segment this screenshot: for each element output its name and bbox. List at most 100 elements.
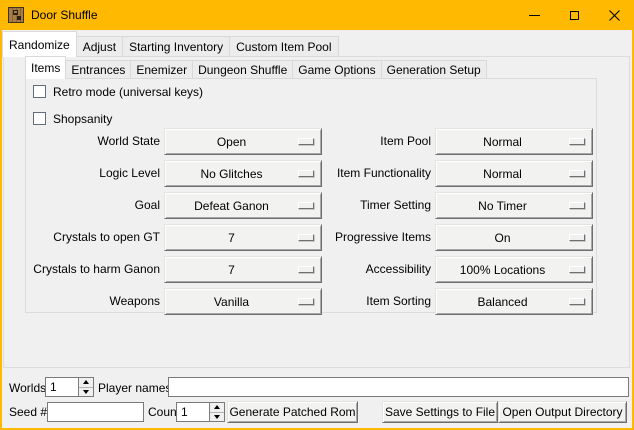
weapons-dropdown[interactable]: Vanilla bbox=[164, 288, 322, 315]
crystals-open-gt-dropdown[interactable]: 7 bbox=[164, 224, 322, 251]
spinner-buttons bbox=[78, 378, 93, 396]
generate-patched-rom-button[interactable]: Generate Patched Rom bbox=[227, 401, 358, 423]
tab-label: Custom Item Pool bbox=[236, 40, 331, 54]
button-label: Generate Patched Rom bbox=[229, 405, 355, 419]
tab-label: Entrances bbox=[71, 63, 125, 77]
dropdown-value: 100% Locations bbox=[436, 263, 569, 277]
window-title: Door Shuffle bbox=[31, 0, 98, 30]
caption-buttons bbox=[514, 0, 634, 30]
save-settings-button[interactable]: Save Settings to File bbox=[382, 401, 498, 423]
crystals-harm-ganon-label: Crystals to harm Ganon bbox=[30, 256, 160, 283]
logic-level-dropdown[interactable]: No Glitches bbox=[164, 160, 322, 187]
tab-label: Generation Setup bbox=[387, 63, 481, 77]
weapons-label: Weapons bbox=[30, 288, 160, 315]
world-state-label: World State bbox=[30, 128, 160, 155]
tab-label: Randomize bbox=[9, 38, 70, 52]
door-icon bbox=[8, 7, 24, 23]
timer-setting-label: Timer Setting bbox=[301, 192, 431, 219]
tab-items[interactable]: Items bbox=[25, 56, 66, 79]
client-area: Randomize Adjust Starting Inventory Cust… bbox=[2, 30, 632, 428]
dropdown-indicator-icon bbox=[569, 298, 585, 305]
arrow-up-icon bbox=[83, 380, 89, 384]
retro-mode-label: Retro mode (universal keys) bbox=[53, 85, 203, 99]
shopsanity-label: Shopsanity bbox=[53, 112, 112, 126]
dropdown-value: Open bbox=[165, 135, 298, 149]
title-bar: Door Shuffle bbox=[0, 0, 634, 30]
tab-entrances[interactable]: Entrances bbox=[65, 60, 131, 79]
accessibility-dropdown[interactable]: 100% Locations bbox=[435, 256, 593, 283]
dropdown-value: Balanced bbox=[436, 295, 569, 309]
progressive-items-dropdown[interactable]: On bbox=[435, 224, 593, 251]
count-value: 1 bbox=[181, 403, 188, 421]
dropdown-value: Defeat Ganon bbox=[165, 199, 298, 213]
tab-label: Items bbox=[31, 61, 60, 75]
goal-dropdown[interactable]: Defeat Ganon bbox=[164, 192, 322, 219]
item-pool-label: Item Pool bbox=[301, 128, 431, 155]
randomize-sub-tab-bar: Items Entrances Enemizer Dungeon Shuffle… bbox=[25, 57, 487, 79]
shopsanity-checkbox-row[interactable]: Shopsanity bbox=[33, 111, 112, 126]
goal-label: Goal bbox=[30, 192, 160, 219]
app-window: Door Shuffle Randomize Adjust Starting I… bbox=[0, 0, 634, 430]
minimize-icon bbox=[529, 15, 540, 16]
tab-randomize[interactable]: Randomize bbox=[2, 31, 77, 57]
main-tab-bar: Randomize Adjust Starting Inventory Cust… bbox=[2, 32, 339, 57]
tab-label: Enemizer bbox=[136, 63, 187, 77]
item-functionality-dropdown[interactable]: Normal bbox=[435, 160, 593, 187]
spin-up-button[interactable] bbox=[210, 403, 224, 413]
dropdown-indicator-icon bbox=[569, 266, 585, 273]
item-sorting-label: Item Sorting bbox=[301, 288, 431, 315]
seed-input[interactable] bbox=[47, 402, 144, 422]
dropdown-value: On bbox=[436, 231, 569, 245]
close-icon bbox=[609, 10, 620, 21]
spinner-buttons bbox=[209, 403, 224, 421]
minimize-button[interactable] bbox=[514, 0, 554, 30]
tab-game-options[interactable]: Game Options bbox=[292, 60, 381, 79]
spin-down-button[interactable] bbox=[210, 413, 224, 422]
tab-label: Starting Inventory bbox=[129, 40, 223, 54]
dropdown-indicator-icon bbox=[569, 234, 585, 241]
dropdown-value: Normal bbox=[436, 135, 569, 149]
arrow-up-icon bbox=[214, 405, 220, 409]
seed-label: Seed # bbox=[9, 402, 47, 423]
player-names-input[interactable] bbox=[168, 377, 629, 397]
tab-enemizer[interactable]: Enemizer bbox=[130, 60, 193, 79]
tab-label: Adjust bbox=[83, 40, 116, 54]
tab-dungeon-shuffle[interactable]: Dungeon Shuffle bbox=[192, 60, 293, 79]
retro-mode-checkbox-row[interactable]: Retro mode (universal keys) bbox=[33, 84, 203, 99]
crystals-harm-ganon-dropdown[interactable]: 7 bbox=[164, 256, 322, 283]
spin-down-button[interactable] bbox=[79, 388, 93, 397]
world-state-dropdown[interactable]: Open bbox=[164, 128, 322, 155]
item-sorting-dropdown[interactable]: Balanced bbox=[435, 288, 593, 315]
dropdown-value: No Timer bbox=[436, 199, 569, 213]
tab-generation-setup[interactable]: Generation Setup bbox=[381, 60, 487, 79]
spin-up-button[interactable] bbox=[79, 378, 93, 388]
worlds-value: 1 bbox=[50, 378, 57, 396]
dropdown-value: 7 bbox=[165, 231, 298, 245]
retro-mode-checkbox[interactable] bbox=[33, 85, 46, 98]
open-output-directory-button[interactable]: Open Output Directory bbox=[498, 401, 627, 423]
tab-adjust[interactable]: Adjust bbox=[76, 36, 123, 57]
worlds-spinbox[interactable]: 1 bbox=[45, 377, 94, 397]
tab-custom-item-pool[interactable]: Custom Item Pool bbox=[229, 36, 338, 57]
dropdown-value: Normal bbox=[436, 167, 569, 181]
logic-level-label: Logic Level bbox=[30, 160, 160, 187]
dropdown-value: No Glitches bbox=[165, 167, 298, 181]
item-pool-dropdown[interactable]: Normal bbox=[435, 128, 593, 155]
dropdown-value: 7 bbox=[165, 263, 298, 277]
timer-setting-dropdown[interactable]: No Timer bbox=[435, 192, 593, 219]
item-functionality-label: Item Functionality bbox=[301, 160, 431, 187]
dropdown-indicator-icon bbox=[569, 202, 585, 209]
crystals-open-gt-label: Crystals to open GT bbox=[30, 224, 160, 251]
tab-label: Dungeon Shuffle bbox=[198, 63, 287, 77]
maximize-button[interactable] bbox=[554, 0, 594, 30]
player-names-label: Player names bbox=[98, 378, 171, 398]
count-spinbox[interactable]: 1 bbox=[176, 402, 225, 422]
tab-starting-inventory[interactable]: Starting Inventory bbox=[122, 36, 230, 57]
tab-label: Game Options bbox=[298, 63, 375, 77]
close-button[interactable] bbox=[594, 0, 634, 30]
maximize-icon bbox=[570, 11, 579, 20]
dropdown-value: Vanilla bbox=[165, 295, 298, 309]
worlds-label: Worlds bbox=[9, 378, 46, 398]
progressive-items-label: Progressive Items bbox=[301, 224, 431, 251]
shopsanity-checkbox[interactable] bbox=[33, 112, 46, 125]
